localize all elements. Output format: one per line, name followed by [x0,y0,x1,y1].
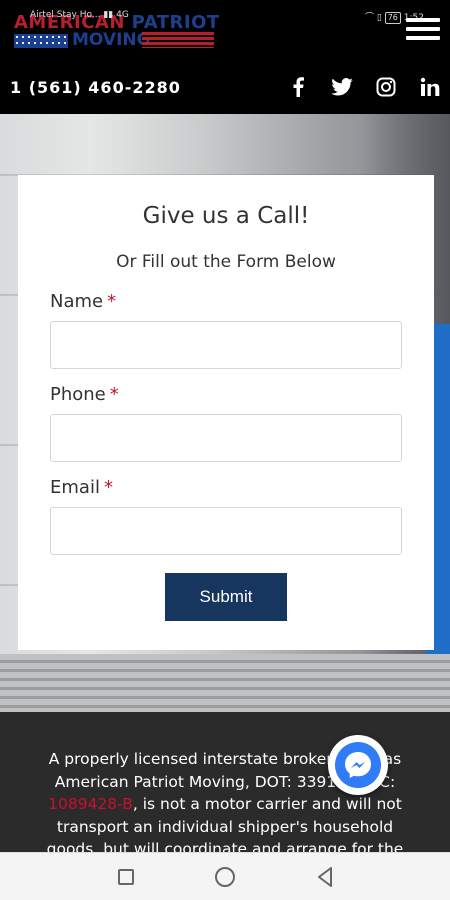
required-asterisk: * [109,384,119,405]
hamburger-menu-icon[interactable] [406,18,440,44]
back-icon[interactable] [313,865,337,889]
contact-bar: 1 (561) 460-2280 [0,62,450,114]
phone-label: Phone * [50,384,119,405]
status-carrier: Airtel Stay Ho... ▮▮ 4G [30,10,129,20]
twitter-icon[interactable] [330,76,354,98]
logo-stripes [142,32,214,48]
logo-wordmark-bottom: MOVING [72,30,151,50]
facebook-icon[interactable] [286,76,310,98]
mc-number-link[interactable]: 1089428-B [48,795,133,813]
email-input[interactable] [50,507,402,555]
messenger-icon [335,742,381,788]
submit-button[interactable]: Submit [165,573,287,621]
disclaimer-line: 1089428-B, is not a motor carrier and wi… [48,795,402,813]
name-input[interactable] [50,321,402,369]
screen: AMERICAN PATRIOT MOVING Airtel Stay Ho..… [0,0,450,900]
instagram-icon[interactable] [374,76,398,98]
messenger-chat-button[interactable] [328,735,388,795]
form-title: Give us a Call! [142,203,310,229]
name-label: Name * [50,291,117,312]
contact-form-card: Give us a Call! Or Fill out the Form Bel… [18,175,434,650]
phone-number-link[interactable]: 1 (561) 460-2280 [10,78,181,97]
hero-truck-rail [0,654,450,712]
logo-stars-field [14,34,68,48]
required-asterisk: * [107,291,117,312]
form-subtitle: Or Fill out the Form Below [116,252,336,272]
recent-apps-icon[interactable] [114,865,138,889]
linkedin-icon[interactable] [418,76,442,98]
battery-icon: 76 [384,12,401,24]
vibrate-icon: ▯ [376,13,382,23]
system-nav-bar [0,852,450,900]
social-links [286,76,442,98]
required-asterisk: * [103,477,113,498]
disclaimer-line: transport an individual shipper's househ… [56,817,394,836]
signal-icon: ▮▮ [103,10,114,20]
headphone-icon: ⌒ [365,13,375,23]
phone-input[interactable] [50,414,402,462]
email-label: Email * [50,477,113,498]
home-icon[interactable] [213,865,237,889]
status-bar: Airtel Stay Ho... ▮▮ 4G ⌒ ▯ 76 1:52 [30,10,430,24]
site-header: AMERICAN PATRIOT MOVING Airtel Stay Ho..… [0,0,450,62]
